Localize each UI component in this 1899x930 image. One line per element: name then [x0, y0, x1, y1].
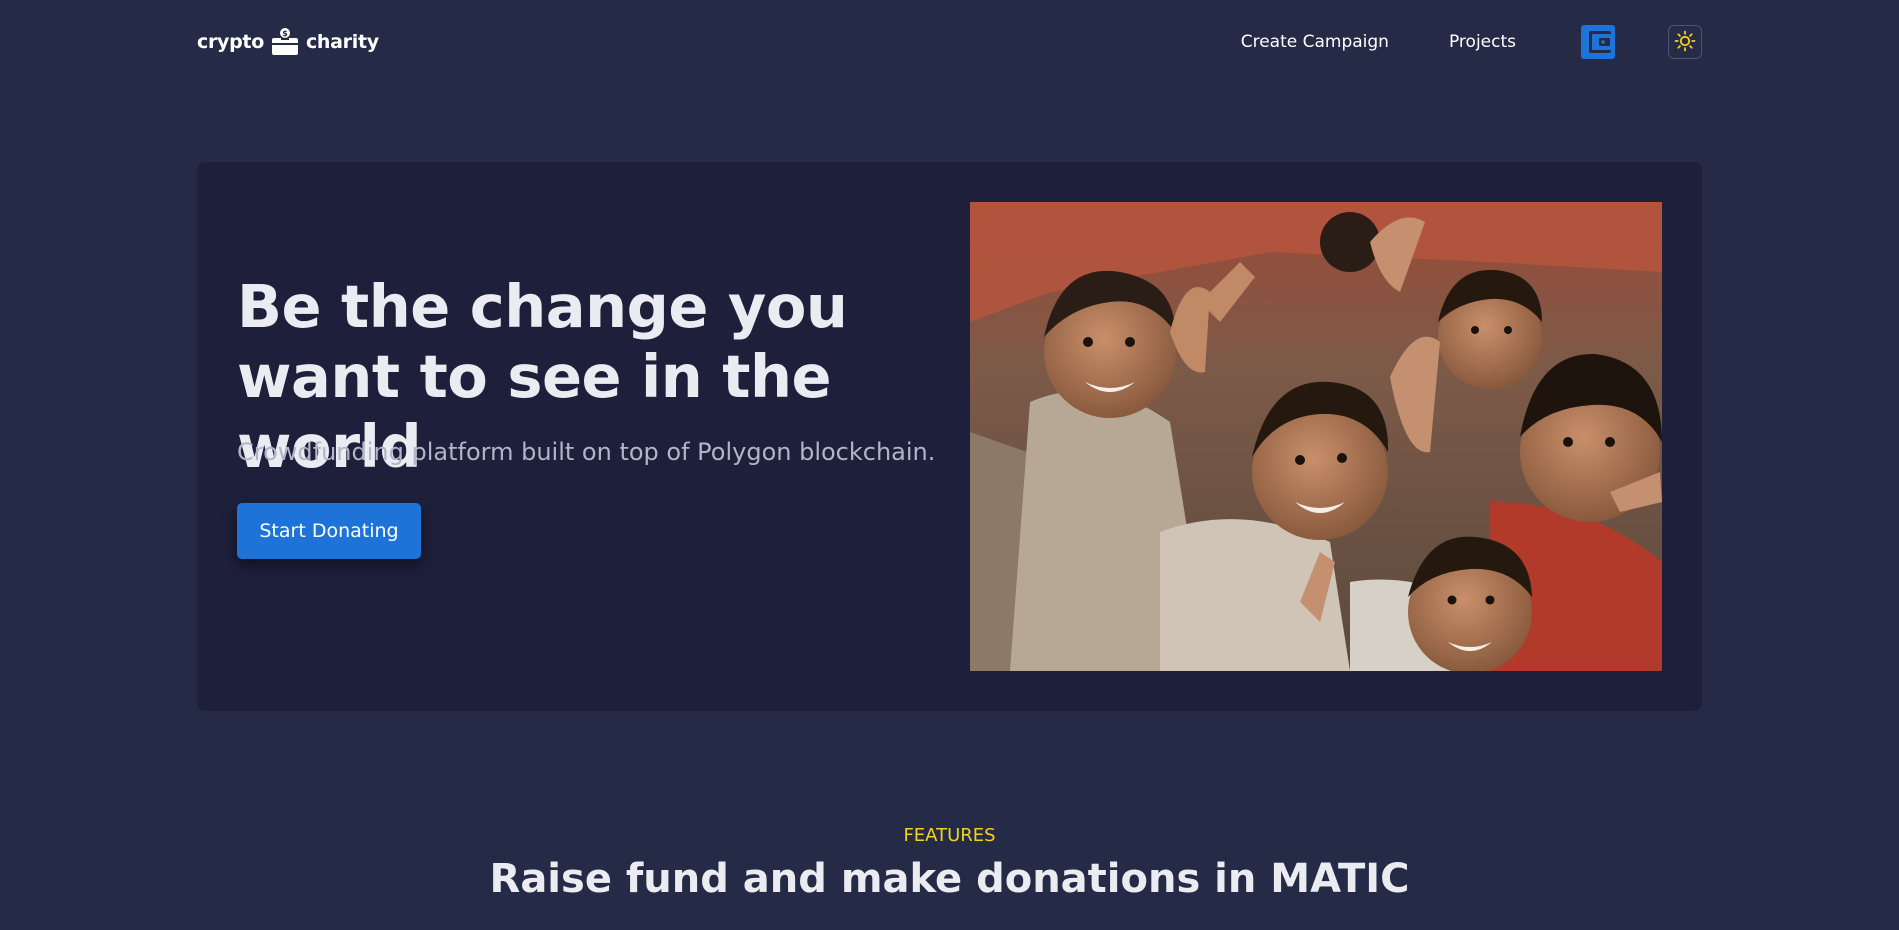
top-navbar: crypto $ charity Create Campaign Project… — [197, 20, 1702, 64]
hero-image-children-photo — [970, 202, 1662, 671]
hero-subtitle: Crowdfunding platform built on top of Po… — [237, 438, 936, 466]
page: crypto $ charity Create Campaign Project… — [0, 0, 1899, 930]
logo-text-left: crypto — [197, 31, 264, 53]
logo-text-right: charity — [305, 31, 379, 53]
start-donating-button[interactable]: Start Donating — [237, 503, 421, 559]
charity-box-icon: $ — [270, 27, 300, 57]
sun-icon — [1674, 30, 1696, 55]
nav-create-campaign[interactable]: Create Campaign — [1241, 32, 1389, 52]
theme-toggle-button[interactable] — [1668, 25, 1702, 59]
nav-projects[interactable]: Projects — [1449, 32, 1516, 52]
hero-card: Be the change you want to see in the wor… — [197, 162, 1702, 711]
features-heading: Raise fund and make donations in MATIC — [489, 856, 1410, 902]
features-eyebrow-label: FEATURES — [903, 825, 996, 846]
brand-logo[interactable]: crypto $ charity — [197, 27, 379, 57]
wallet-icon — [1580, 25, 1616, 63]
main-nav: Create Campaign Projects — [1241, 24, 1702, 60]
wallet-button[interactable] — [1580, 24, 1616, 60]
svg-text:$: $ — [282, 29, 288, 38]
